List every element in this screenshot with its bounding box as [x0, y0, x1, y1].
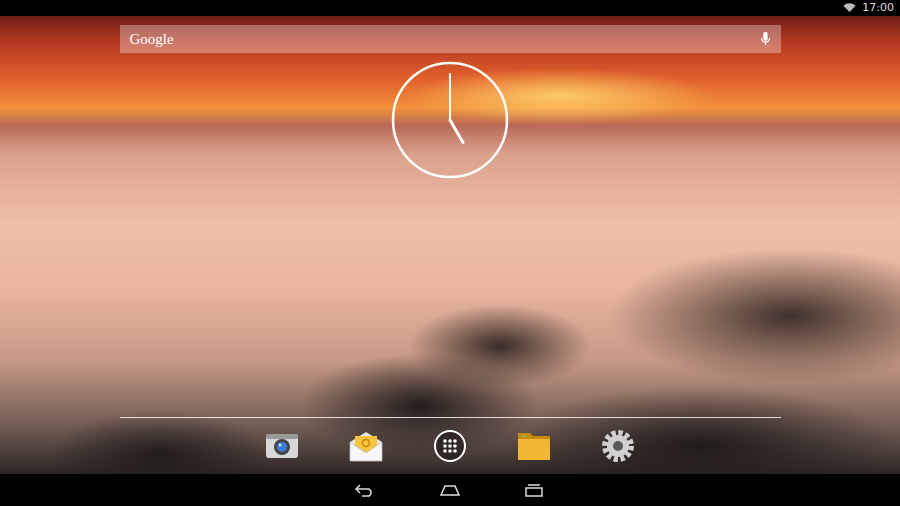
camera-icon[interactable]: [264, 428, 300, 464]
dock: [120, 417, 781, 474]
hour-hand: [450, 120, 463, 143]
status-time: 17:00: [862, 1, 894, 15]
dock-app[interactable]: [516, 428, 552, 464]
search-bar[interactable]: Google: [120, 25, 781, 53]
settings-gear-icon[interactable]: [600, 428, 636, 464]
analog-clock-widget[interactable]: [390, 60, 510, 180]
status-bar: 17:00: [0, 0, 900, 16]
dock-app[interactable]: [264, 428, 300, 464]
clock-face: [393, 63, 507, 177]
home-icon[interactable]: [438, 483, 462, 497]
search-placeholder: Google: [130, 31, 174, 48]
microphone-icon[interactable]: [760, 31, 771, 47]
back-arrow-icon[interactable]: [354, 483, 378, 497]
navigation-bar: [0, 474, 900, 506]
tablet-screen: 17:00 Google: [0, 0, 900, 506]
wifi-icon: [843, 3, 856, 13]
email-icon[interactable]: [348, 428, 384, 464]
folder-icon[interactable]: [516, 428, 552, 464]
dock-app[interactable]: [348, 428, 384, 464]
nav-button[interactable]: [354, 482, 378, 498]
recent-apps-icon[interactable]: [522, 483, 546, 497]
nav-button[interactable]: [522, 482, 546, 498]
nav-button[interactable]: [438, 482, 462, 498]
dock-app[interactable]: [432, 428, 468, 464]
all-apps-icon[interactable]: [432, 428, 468, 464]
minute-hand: [449, 74, 451, 120]
home-screen: Google: [0, 16, 900, 474]
dock-app[interactable]: [600, 428, 636, 464]
